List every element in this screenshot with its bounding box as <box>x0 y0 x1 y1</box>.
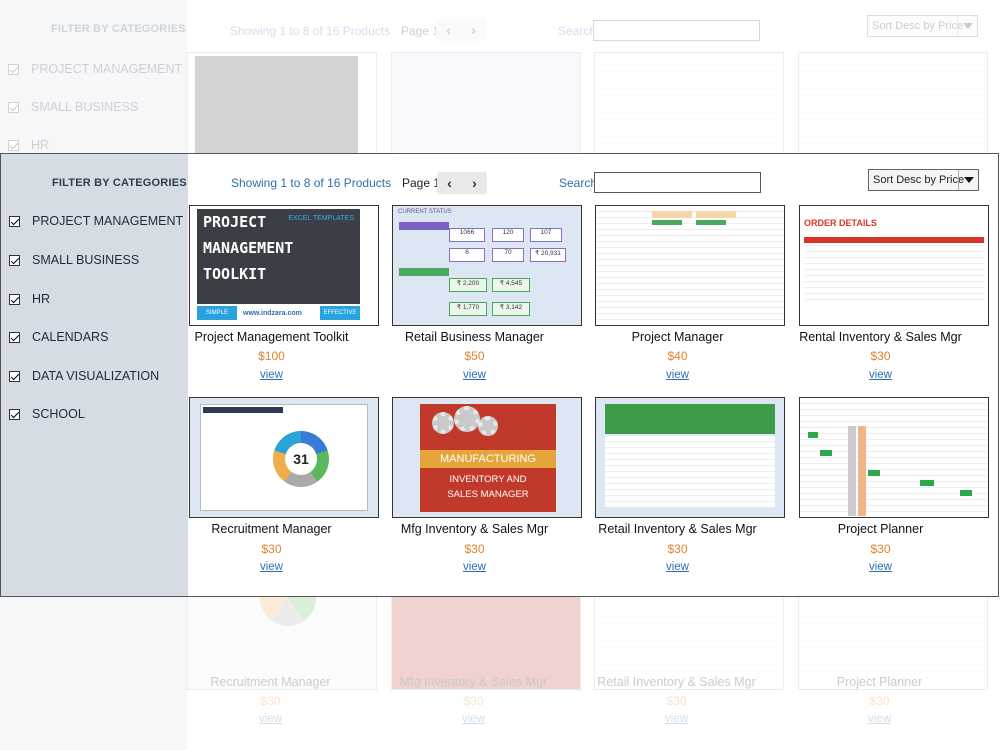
background-sidebar <box>0 597 187 750</box>
filter-title: FILTER BY CATEGORIES <box>52 177 187 189</box>
background-view-link: view <box>258 713 282 725</box>
background-search-box <box>593 20 760 41</box>
category-label: SCHOOL <box>32 407 85 421</box>
screen: FILTER BY CATEGORIES PROJECT MANAGEMENT … <box>0 0 1000 750</box>
background-product-name: Project Planner <box>836 675 923 689</box>
product-name: Retail Inventory & Sales Mgr <box>598 522 757 536</box>
chevron-left-icon[interactable]: ‹ <box>437 172 462 194</box>
background-search-label: Search <box>558 24 597 38</box>
background-product-name: Recruitment Manager <box>210 675 331 689</box>
product-name: Project Planner <box>837 522 924 536</box>
sort-select[interactable]: Sort Desc by Price <box>868 169 979 191</box>
product-thumbnail[interactable]: ORDER DETAILS <box>799 205 989 326</box>
background-page-bottom: Recruitment Manager Mfg Inventory & Sale… <box>0 597 1000 750</box>
product-price: $30 <box>870 349 891 363</box>
background-view-link: view <box>867 713 891 725</box>
checkbox-checked-icon[interactable] <box>9 331 20 343</box>
background-showing: Showing 1 to 8 of 16 Products <box>230 24 391 38</box>
product-price: $40 <box>667 349 688 363</box>
product-thumbnail[interactable]: CURRENT STATUS 1066 120 107 6 70 ₹ 20,93… <box>392 205 582 326</box>
background-thumb <box>594 597 784 690</box>
page-label: Page 1 <box>402 176 441 190</box>
category-filter[interactable]: PROJECT MANAGEMENT <box>9 214 183 228</box>
background-product-name: Mfg Inventory & Sales Mgr <box>399 675 548 689</box>
category-label: PROJECT MANAGEMENT <box>32 214 184 228</box>
background-page-top: FILTER BY CATEGORIES PROJECT MANAGEMENT … <box>0 0 1000 153</box>
view-link[interactable]: view <box>576 369 779 381</box>
product-name: Project Management Toolkit <box>194 330 349 344</box>
category-filter[interactable]: DATA VISUALIZATION <box>9 369 159 383</box>
product-price: $30 <box>667 542 688 556</box>
category-label: CALENDARS <box>32 330 109 344</box>
category-label: HR <box>32 292 51 306</box>
product-thumbnail[interactable] <box>595 205 785 326</box>
pager: ‹ › <box>437 172 487 194</box>
background-price: $30 <box>463 694 484 708</box>
background-thumb <box>594 52 784 153</box>
background-page-label: Page 1 <box>401 24 440 38</box>
category-filter[interactable]: CALENDARS <box>9 330 108 344</box>
background-sort: Sort Desc by Price <box>867 15 978 37</box>
view-link[interactable]: view <box>576 561 779 573</box>
view-link[interactable]: view <box>779 561 982 573</box>
product-catalog-panel: FILTER BY CATEGORIES PROJECT MANAGEMENT … <box>0 153 999 597</box>
background-thumb <box>391 52 581 153</box>
view-link[interactable]: view <box>170 561 373 573</box>
background-sidebar <box>0 0 187 153</box>
product-thumbnail[interactable]: PROJECT MANAGEMENT TOOLKIT EXCEL TEMPLAT… <box>189 205 379 326</box>
view-link[interactable]: view <box>170 369 373 381</box>
background-thumb <box>187 597 377 690</box>
product-name: Rental Inventory & Sales Mgr <box>799 330 962 344</box>
sort-value: Sort Desc by Price <box>873 174 965 186</box>
background-category: HR <box>8 138 49 152</box>
background-category: SMALL BUSINESS <box>8 100 138 114</box>
category-filter[interactable]: SMALL BUSINESS <box>9 253 139 267</box>
product-price: $30 <box>464 542 485 556</box>
view-link[interactable]: view <box>373 369 576 381</box>
results-count: Showing 1 to 8 of 16 Products <box>231 176 392 190</box>
product-thumbnail[interactable] <box>799 397 989 518</box>
product-name: Recruitment Manager <box>211 522 332 536</box>
background-thumb <box>798 597 988 690</box>
checkbox-checked-icon[interactable] <box>9 254 20 266</box>
chevron-down-icon[interactable] <box>958 170 978 190</box>
product-price: $100 <box>258 349 285 363</box>
category-filter[interactable]: HR <box>9 292 50 306</box>
background-view-link: view <box>664 713 688 725</box>
checkbox-checked-icon[interactable] <box>9 215 20 227</box>
background-price: $30 <box>869 694 890 708</box>
product-thumbnail[interactable] <box>595 397 785 518</box>
chevron-right-icon[interactable]: › <box>462 172 487 194</box>
background-product-name: Retail Inventory & Sales Mgr <box>597 675 756 689</box>
product-price: $30 <box>261 542 282 556</box>
background-category: PROJECT MANAGEMENT <box>8 62 182 76</box>
search-label: Search <box>559 176 598 190</box>
background-price: $30 <box>666 694 687 708</box>
checkbox-checked-icon[interactable] <box>9 293 20 305</box>
checkbox-checked-icon[interactable] <box>9 370 20 382</box>
product-name: Project Manager <box>631 330 724 344</box>
product-name: Mfg Inventory & Sales Mgr <box>400 522 549 536</box>
checkbox-checked-icon[interactable] <box>9 408 20 420</box>
product-name: Retail Business Manager <box>405 330 544 344</box>
background-thumb <box>187 52 377 153</box>
product-thumbnail[interactable]: 31 <box>189 397 379 518</box>
background-thumb <box>798 52 988 153</box>
background-pager: ‹ › <box>436 19 486 41</box>
background-view-link: view <box>461 713 485 725</box>
category-filter[interactable]: SCHOOL <box>9 407 85 421</box>
view-link[interactable]: view <box>373 561 576 573</box>
product-thumbnail[interactable]: MANUFACTURING INVENTORY AND SALES MANAGE… <box>392 397 582 518</box>
category-label: SMALL BUSINESS <box>32 253 140 267</box>
product-price: $50 <box>464 349 485 363</box>
background-filter-title: FILTER BY CATEGORIES <box>51 23 186 35</box>
view-link[interactable]: view <box>779 369 982 381</box>
background-thumb <box>391 597 581 690</box>
category-label: DATA VISUALIZATION <box>32 369 160 383</box>
search-input[interactable] <box>594 172 761 193</box>
product-price: $30 <box>870 542 891 556</box>
background-price: $30 <box>260 694 281 708</box>
